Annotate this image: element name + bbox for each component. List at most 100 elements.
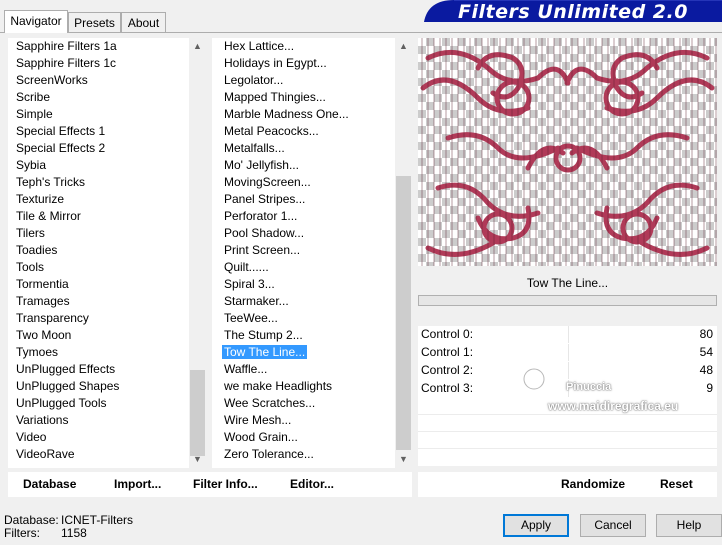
category-list[interactable]: Sapphire Filters 1a Sapphire Filters 1c Sc… — [8, 38, 206, 468]
list-item[interactable]: UnPlugged Shapes — [16, 378, 119, 395]
list-item-label: TeeWee... — [224, 311, 278, 325]
list-item[interactable]: Tools — [16, 259, 44, 276]
control-row[interactable]: Control 1: 54 — [418, 344, 717, 361]
control-row[interactable]: Control 0: 80 — [418, 326, 717, 343]
list-item[interactable]: Tormentia — [16, 276, 69, 293]
list-item[interactable]: Holidays in Egypt... — [224, 55, 327, 72]
list-item[interactable]: Video — [16, 429, 46, 446]
list-item-label: Tow The Line... — [222, 345, 308, 359]
list-item-label: Hex Lattice... — [224, 39, 295, 53]
list-item[interactable]: UnPlugged Effects — [16, 361, 115, 378]
watermark-author: Pinuccia — [566, 381, 612, 393]
list-item[interactable]: Quilt...... — [224, 259, 269, 276]
list-item[interactable]: Wire Mesh... — [224, 412, 291, 429]
title-banner: Filters Unlimited 2.0 — [424, 0, 722, 23]
control-value[interactable]: 9 — [706, 380, 713, 397]
list-item[interactable]: Wood Grain... — [224, 429, 298, 446]
filter-list[interactable]: Hex Lattice... Holidays in Egypt... Legola… — [212, 38, 412, 468]
list-item[interactable]: Tow The Line... — [222, 344, 308, 361]
list-item[interactable]: Metalfalls... — [224, 140, 285, 157]
database-button[interactable]: Database — [23, 472, 76, 497]
control-row[interactable]: Control 2: 48 — [418, 362, 717, 379]
filter-info-button[interactable]: Filter Info... — [193, 472, 258, 497]
scroll-down-icon[interactable]: ▼ — [395, 451, 412, 468]
list-item[interactable]: Starmaker... — [224, 293, 289, 310]
list-item[interactable]: Variations — [16, 412, 68, 429]
list-item[interactable]: Zero Tolerance... — [224, 446, 314, 463]
list-item-label: Tilers — [16, 226, 45, 240]
list-item[interactable]: VideoRave — [16, 446, 75, 463]
list-item-label: Holidays in Egypt... — [224, 56, 327, 70]
help-button[interactable]: Help — [656, 514, 722, 537]
apply-button[interactable]: Apply — [503, 514, 569, 537]
list-item[interactable]: Mo' Jellyfish... — [224, 157, 299, 174]
reset-button[interactable]: Reset — [660, 472, 693, 497]
list-item-label: we make Headlights — [224, 379, 333, 393]
scroll-down-icon[interactable]: ▼ — [189, 451, 206, 468]
list-item[interactable]: TeeWee... — [224, 310, 278, 327]
list-item[interactable]: Print Screen... — [224, 242, 300, 259]
list-item[interactable]: we make Headlights — [224, 378, 332, 395]
list-item[interactable]: Mapped Thingies... — [224, 89, 326, 106]
list-item[interactable]: Sapphire Filters 1a — [16, 38, 117, 55]
list-item[interactable]: Toadies — [16, 242, 57, 259]
scroll-thumb[interactable] — [396, 176, 411, 450]
list-item-label: UnPlugged Tools — [16, 396, 107, 410]
row-divider — [418, 431, 717, 432]
list-item[interactable]: Tile & Mirror — [16, 208, 81, 225]
scroll-thumb[interactable] — [190, 370, 205, 456]
list-item-label: Variations — [16, 413, 69, 427]
control-label: Control 1: — [421, 345, 474, 359]
list-item[interactable]: Hex Lattice... — [224, 38, 294, 55]
list-item-label: Scribe — [16, 90, 51, 104]
list-item[interactable]: UnPlugged Tools — [16, 395, 107, 412]
list-item[interactable]: Sapphire Filters 1c — [16, 55, 116, 72]
import-button[interactable]: Import... — [114, 472, 161, 497]
list-item[interactable]: Metal Peacocks... — [224, 123, 319, 140]
editor-button[interactable]: Editor... — [290, 472, 334, 497]
list-item[interactable]: MovingScreen... — [224, 174, 311, 191]
list-item[interactable]: Tymoes — [16, 344, 58, 361]
scroll-up-icon[interactable]: ▲ — [395, 38, 412, 55]
list-item[interactable]: The Stump 2... — [224, 327, 303, 344]
list-item[interactable]: ScreenWorks — [16, 72, 88, 89]
list-item-label: Simple — [16, 107, 53, 121]
list-item[interactable]: Scribe — [16, 89, 50, 106]
list-item[interactable]: Teph's Tricks — [16, 174, 85, 191]
control-value[interactable]: 48 — [700, 362, 713, 379]
list-item[interactable]: Waffle... — [224, 361, 267, 378]
randomize-button[interactable]: Randomize — [561, 472, 625, 497]
tab-navigator[interactable]: Navigator — [4, 10, 68, 33]
list-item-label: Texturize — [16, 192, 65, 206]
list-item[interactable]: Simple — [16, 106, 53, 123]
list-item-label: Perforator 1... — [224, 209, 298, 223]
list-item[interactable]: Special Effects 1 — [16, 123, 105, 140]
tab-about[interactable]: About — [121, 12, 166, 32]
list-item-label: Tools — [16, 260, 45, 274]
list-item[interactable]: Legolator... — [224, 72, 283, 89]
list-item[interactable]: Marble Madness One... — [224, 106, 349, 123]
row-divider — [418, 448, 717, 449]
list-item[interactable]: Tilers — [16, 225, 45, 242]
list-item[interactable]: Wee Scratches... — [224, 395, 315, 412]
cancel-button[interactable]: Cancel — [580, 514, 646, 537]
list-item[interactable]: Two Moon — [16, 327, 71, 344]
list-item[interactable]: Pool Shadow... — [224, 225, 304, 242]
list-item-label: Special Effects 1 — [16, 124, 106, 138]
list-item[interactable]: Special Effects 2 — [16, 140, 105, 157]
list-item[interactable]: Spiral 3... — [224, 276, 275, 293]
list-item-label: Transparency — [16, 311, 89, 325]
list-item[interactable]: Sybia — [16, 157, 46, 174]
control-value[interactable]: 54 — [700, 344, 713, 361]
list-item[interactable]: Transparency — [16, 310, 89, 327]
category-scrollbar[interactable]: ▲ ▼ — [189, 38, 206, 468]
scroll-up-icon[interactable]: ▲ — [189, 38, 206, 55]
list-item[interactable]: Perforator 1... — [224, 208, 297, 225]
list-item[interactable]: Tramages — [16, 293, 70, 310]
filter-preview — [418, 38, 717, 266]
tab-presets[interactable]: Presets — [68, 12, 121, 32]
list-item[interactable]: Texturize — [16, 191, 64, 208]
control-value[interactable]: 80 — [700, 326, 713, 343]
filter-scrollbar[interactable]: ▲ ▼ — [395, 38, 412, 468]
list-item[interactable]: Panel Stripes... — [224, 191, 305, 208]
